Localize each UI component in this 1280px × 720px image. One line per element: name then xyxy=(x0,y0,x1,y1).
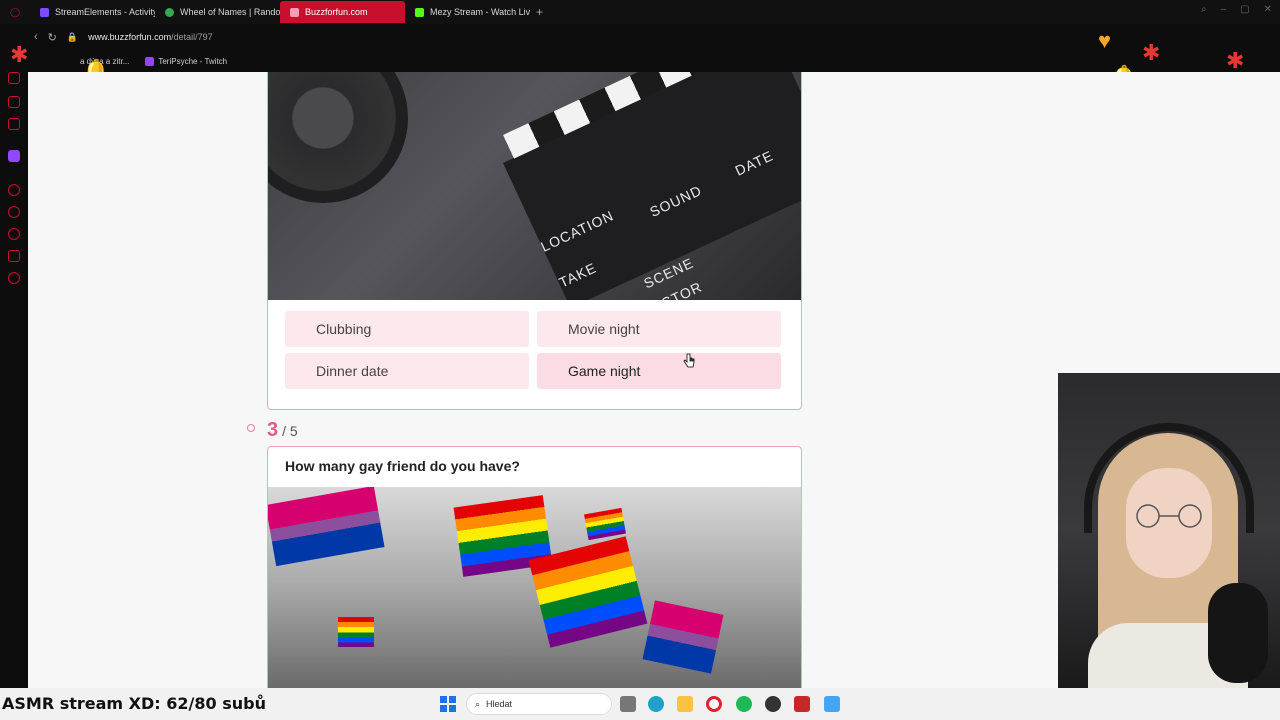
lock-icon: 🔒 xyxy=(66,31,79,42)
answer-option[interactable]: Clubbing xyxy=(285,311,529,347)
back-icon[interactable]: ‹ xyxy=(34,31,38,43)
bi-flag-shape xyxy=(642,600,724,674)
question-title: How many gay friend do you have? xyxy=(285,458,520,474)
rainbow-flag-shape xyxy=(338,617,374,647)
search-placeholder: Hledat xyxy=(486,699,513,709)
answer-label: Dinner date xyxy=(316,363,389,379)
microphone-shape xyxy=(1208,583,1268,683)
bookmarks-bar: a dýva a zitr... TeriPsyche - Twitch xyxy=(0,50,1280,72)
christmas-ornament-icon: ✱ xyxy=(10,42,29,67)
close-icon[interactable]: ✕ xyxy=(1264,4,1272,15)
stream-goal-overlay-text: ASMR stream XD: 62/80 subů xyxy=(2,694,266,713)
history-icon[interactable] xyxy=(8,228,20,240)
question-total: / 5 xyxy=(282,423,298,439)
url-path: /detail/797 xyxy=(171,32,213,42)
movie-clapperboard-image: LOCATION SOUND DATE TAKE SCENE ECTOR xyxy=(268,72,801,300)
tab-label: Wheel of Names | Random xyxy=(180,7,280,17)
spotify-icon[interactable] xyxy=(736,696,752,712)
answer-label: Movie night xyxy=(568,321,640,337)
notepad-icon[interactable] xyxy=(824,696,840,712)
window-controls: ⌕ – ▢ ✕ xyxy=(1201,4,1272,15)
tab-kick[interactable]: Mezy Stream - Watch Live xyxy=(405,1,530,23)
settings-icon[interactable] xyxy=(8,272,20,284)
answer-option[interactable]: Dinner date xyxy=(285,353,529,389)
tab-buzzforfun[interactable]: Buzzforfun.com xyxy=(280,1,405,23)
messenger-icon[interactable] xyxy=(8,96,20,108)
reload-icon[interactable]: ↻ xyxy=(48,31,57,44)
kick-favicon-icon xyxy=(415,7,424,17)
heart-ornament-icon: ♥ xyxy=(1098,28,1112,53)
buzzforfun-favicon-icon xyxy=(290,7,299,17)
answer-option[interactable]: Game night xyxy=(537,353,781,389)
search-tabs-icon[interactable]: ⌕ xyxy=(1201,4,1207,15)
taskbar-search[interactable]: ⌕ Hledat xyxy=(466,693,612,715)
bookmark-teripsyche[interactable]: TeriPsyche - Twitch xyxy=(145,56,228,66)
windows-start-icon[interactable] xyxy=(440,696,456,712)
timeline-dot-icon xyxy=(247,424,255,432)
christmas-ornament-icon: ✱ xyxy=(1142,40,1161,65)
opera-sidebar xyxy=(0,24,28,688)
streamdeck-icon[interactable] xyxy=(794,696,810,712)
bookmark-label: TeriPsyche - Twitch xyxy=(158,56,228,66)
answer-label: Game night xyxy=(568,363,641,379)
question-counter: 3 / 5 xyxy=(247,419,298,442)
tab-label: Mezy Stream - Watch Live xyxy=(430,7,530,17)
task-view-icon[interactable] xyxy=(620,696,636,712)
opera-menu-icon[interactable]: ◯ xyxy=(0,1,30,23)
maximize-icon[interactable]: ▢ xyxy=(1240,4,1249,15)
glasses-shape xyxy=(1136,504,1202,528)
twitch-icon xyxy=(145,56,155,66)
bi-flag-shape xyxy=(268,487,385,567)
christmas-ornament-icon: ✱ xyxy=(1226,48,1245,73)
mail-icon[interactable] xyxy=(8,118,20,130)
tab-label: StreamElements - Activity xyxy=(55,7,155,17)
edge-icon[interactable] xyxy=(648,696,664,712)
browser-tabbar: ◯ StreamElements - Activity Wheel of Nam… xyxy=(0,0,1280,24)
twitch-sidebar-icon[interactable] xyxy=(8,150,20,162)
downloads-icon[interactable] xyxy=(8,250,20,262)
heart-icon[interactable] xyxy=(8,206,20,218)
wheel-favicon-icon xyxy=(165,7,174,17)
pride-march-image xyxy=(268,487,801,688)
question-card-2: LOCATION SOUND DATE TAKE SCENE ECTOR Clu… xyxy=(267,72,802,410)
player-icon[interactable] xyxy=(8,184,20,196)
webcam-overlay xyxy=(1058,373,1280,688)
tab-wheel-of-names[interactable]: Wheel of Names | Random xyxy=(155,1,280,23)
opera-icon[interactable] xyxy=(706,696,722,712)
url-field[interactable]: www.buzzforfun.com/detail/797 xyxy=(88,32,213,42)
minimize-icon[interactable]: – xyxy=(1221,4,1227,15)
windows-taskbar: ASMR stream XD: 62/80 subů ⌕ Hledat xyxy=(0,688,1280,720)
address-bar: ‹ ↻ 🔒 www.buzzforfun.com/detail/797 xyxy=(0,24,1280,50)
film-reel-shape xyxy=(268,72,408,203)
hand-cursor-icon xyxy=(683,353,695,368)
file-explorer-icon[interactable] xyxy=(677,696,693,712)
streamelements-favicon-icon xyxy=(40,7,49,17)
answer-label: Clubbing xyxy=(316,321,372,337)
tab-streamelements[interactable]: StreamElements - Activity xyxy=(30,1,155,23)
answer-option[interactable]: Movie night xyxy=(537,311,781,347)
new-tab-icon[interactable]: + xyxy=(536,5,543,19)
search-icon: ⌕ xyxy=(475,698,481,709)
question-current-number: 3 xyxy=(267,419,279,441)
question-card-3: How many gay friend do you have? xyxy=(267,446,802,688)
obs-icon[interactable] xyxy=(765,696,781,712)
url-host: www.buzzforfun.com xyxy=(88,32,172,42)
rainbow-flag-shape xyxy=(584,507,626,541)
home-icon[interactable] xyxy=(8,72,20,84)
tab-label: Buzzforfun.com xyxy=(305,7,368,17)
clapperboard-shape xyxy=(503,72,801,300)
